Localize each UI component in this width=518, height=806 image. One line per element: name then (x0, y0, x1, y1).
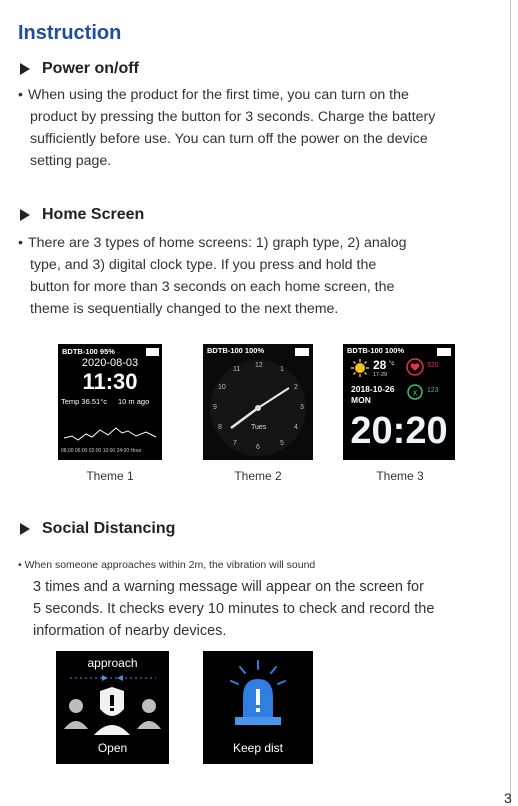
approach-open-label: Open (97, 741, 128, 755)
theme1-axis: 08:00 06:00 02:00 10:00 24:00 Hour (61, 448, 142, 454)
bullet: • (18, 235, 23, 251)
paragraph-line: There are 3 types of home screens: 1) gr… (28, 235, 407, 251)
paragraph-line: information of nearby devices. (33, 623, 227, 639)
theme2-screenshot: BDTB-100 100% 11 12 1 10 2 9 3 8 4 7 6 5… (203, 344, 313, 460)
keep-distance-alert-screenshot: Keep dist (203, 651, 313, 764)
triangle-bullet-icon (20, 209, 30, 221)
paragraph-line: When someone approaches within 2m, the v… (24, 559, 316, 571)
triangle-bullet-icon (20, 63, 30, 75)
dial-number: 6 (256, 444, 260, 451)
theme3-temp: 28 (373, 358, 387, 372)
bullet: • (18, 87, 23, 103)
theme1-caption: Theme 1 (86, 469, 134, 483)
approach-alert-screenshot: approach Open (56, 651, 169, 764)
theme1-graph (63, 427, 157, 441)
section-heading-label: Home Screen (42, 206, 145, 223)
sun-icon (351, 359, 369, 377)
paragraph-line: 3 times and a warning message will appea… (33, 579, 424, 595)
theme3-weekday: MON (351, 395, 371, 405)
section-heading-social: Social Distancing (18, 520, 175, 538)
section-body-home: • There are 3 types of home screens: 1) g… (18, 232, 504, 320)
dial-number: 3 (300, 404, 304, 411)
dial-number: 9 (213, 404, 217, 411)
battery-icon (146, 348, 159, 356)
section-body-social: 3 times and a warning message will appea… (33, 576, 503, 642)
dial-number: 2 (294, 384, 298, 391)
social-first-line: • When someone approaches within 2m, the… (18, 559, 315, 571)
section-body-power: • When using the product for the first ti… (18, 84, 504, 172)
theme3-status: BDTB-100 100% (347, 346, 405, 355)
paragraph-line: When using the product for the first tim… (28, 87, 409, 103)
heart-icon (406, 358, 424, 376)
paragraph-line: product by pressing the button for 3 sec… (30, 109, 436, 125)
theme3-screenshot: BDTB-100 100% 28 °c 17-29 320 2018-10-26… (343, 344, 455, 460)
dial-number: 7 (233, 440, 237, 447)
keep-dist-label: Keep dist (232, 741, 284, 755)
theme1-status: BDTB-100 95% (62, 347, 115, 356)
theme3-temp-range: 17-29 (373, 372, 388, 378)
theme1-temp: Temp 36.51°c (61, 397, 107, 406)
theme3-time: 20:20 (350, 410, 448, 452)
paragraph-line: 5 seconds. It checks every 10 minutes to… (33, 601, 435, 617)
page-title: Instruction (18, 22, 122, 44)
theme1-screenshot: BDTB-100 95% 2020-08-03 11:30 Temp 36.51… (58, 344, 162, 460)
theme2-status: BDTB-100 100% (207, 346, 265, 355)
section-heading-home: Home Screen (18, 206, 144, 224)
dial-number: 10 (218, 384, 226, 391)
theme2-caption: Theme 2 (234, 469, 282, 483)
theme1-range: 10 m ago (118, 397, 150, 406)
dial-number: 5 (280, 440, 284, 447)
bullet: • (18, 559, 22, 571)
theme3-heart: 320 (427, 362, 439, 369)
paragraph-line: setting page. (30, 153, 112, 169)
section-heading-label: Social Distancing (42, 520, 176, 537)
dial-number: 1 (280, 366, 284, 373)
steps-icon: x (407, 384, 423, 400)
section-heading-power: Power on/off (18, 60, 139, 78)
paragraph-line: theme is sequentially changed to the nex… (30, 301, 339, 317)
theme3-date: 2018-10-26 (351, 384, 395, 394)
theme1-time: 11:30 (82, 369, 138, 394)
paragraph-line: button for more than 3 seconds on each h… (30, 279, 395, 295)
dial-number: 12 (255, 362, 263, 369)
paragraph-line: sufficiently before use. You can turn of… (30, 131, 428, 147)
battery-icon (295, 348, 309, 356)
theme3-steps: 123 (427, 387, 439, 394)
dial-number: 4 (294, 424, 298, 431)
theme1-date: 2020-08-03 (81, 357, 139, 369)
dial-number: 11 (233, 366, 241, 373)
section-heading-label: Power on/off (42, 60, 139, 77)
theme2-day: Tues (251, 424, 267, 431)
dial-number: 8 (218, 424, 222, 431)
paragraph-line: type, and 3) digital clock type. If you … (30, 257, 377, 273)
triangle-bullet-icon (20, 523, 30, 535)
theme3-temp-unit: °c (389, 361, 395, 367)
battery-icon (437, 348, 451, 356)
svg-text:x: x (413, 388, 418, 397)
theme3-caption: Theme 3 (376, 469, 424, 483)
